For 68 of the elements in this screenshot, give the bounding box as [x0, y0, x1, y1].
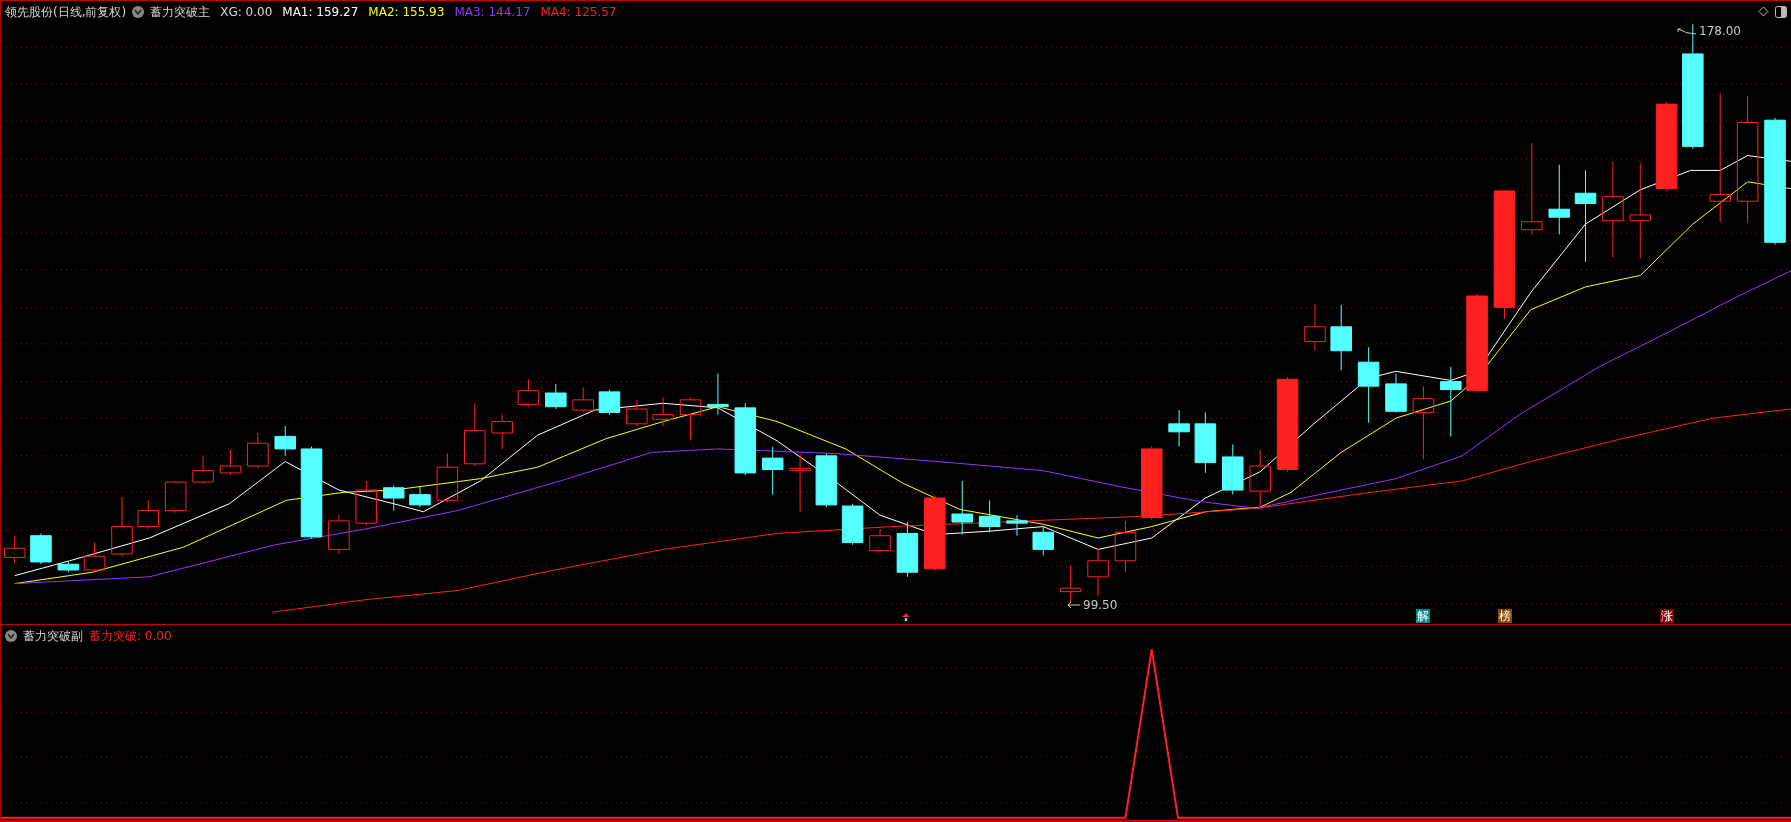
candlestick: [1330, 305, 1352, 372]
candlestick: [1249, 450, 1271, 511]
candlestick: [1548, 164, 1571, 236]
arrow-icon: [1067, 601, 1081, 610]
candlestick: [815, 453, 838, 509]
candlestick: [951, 480, 973, 536]
high-price-label: 178.00: [1699, 23, 1741, 41]
candlestick: [382, 485, 405, 512]
candlestick: [598, 389, 621, 416]
candlestick: [517, 379, 540, 408]
candlestick: [491, 414, 513, 450]
candlestick: [1032, 526, 1055, 556]
candlestick: [1385, 373, 1407, 414]
diamond-icon[interactable]: [1758, 6, 1769, 18]
signal-badge: 榜: [1498, 609, 1512, 624]
candlestick: [1440, 366, 1462, 438]
indicator-value: XG: 0.00: [220, 3, 273, 21]
candlestick: [111, 496, 133, 558]
candlestick: [355, 480, 378, 527]
candlestick: [464, 403, 486, 467]
candlestick: [409, 486, 431, 509]
low-price-label: 99.50: [1083, 597, 1118, 615]
candlestick: [30, 533, 52, 566]
candlestick: [3, 535, 26, 564]
candlestick: [869, 528, 891, 554]
indicator-value: MA1: 159.27: [282, 3, 359, 21]
signal-badge: 涨: [1660, 609, 1674, 624]
candlestick: [274, 426, 297, 457]
candlestick: [789, 453, 811, 513]
candlestick: [679, 397, 702, 441]
candlestick: [572, 387, 594, 414]
indicator-value: MA4: 125.57: [540, 3, 617, 21]
candlestick: [545, 383, 567, 410]
candlestick: [896, 521, 919, 578]
candlestick: [219, 450, 242, 477]
candlestick: [328, 515, 350, 555]
indicator-value: MA3: 144.17: [454, 3, 531, 21]
candlestick: [1114, 520, 1137, 574]
indicator-name: 蓄力突破主: [150, 3, 211, 21]
candlestick: [841, 503, 864, 546]
candlestick: [57, 560, 80, 574]
candlestick: [1222, 444, 1244, 496]
candlestick: [978, 500, 1001, 534]
candlestick: [137, 500, 160, 530]
indicator-value: 蓄力突破: 0.00: [89, 628, 172, 645]
candlestick: [436, 453, 459, 504]
candlestick: [83, 542, 106, 574]
candlestick: [1194, 412, 1217, 474]
candlestick: [1304, 303, 1326, 352]
indicator-value: MA2: 155.93: [368, 3, 445, 21]
signal-badge: 解: [1416, 609, 1430, 624]
candlestick: [707, 373, 729, 416]
candlestick: [247, 432, 269, 470]
candlestick: [164, 480, 187, 514]
candlestick: [192, 455, 214, 486]
candlestick: [1087, 548, 1109, 598]
candlestick: [761, 446, 784, 496]
candlestick: [652, 397, 674, 427]
window-icon[interactable]: [1775, 5, 1787, 18]
signal-arrow-icon: [902, 612, 910, 623]
candlestick: [1006, 515, 1028, 537]
indicator-name: 蓄力突破副: [23, 628, 83, 645]
collapse-icon[interactable]: [132, 5, 145, 18]
stock-title: 领先股份(日线,前复权): [5, 3, 127, 21]
collapse-icon[interactable]: [5, 630, 17, 642]
candlestick: [1059, 565, 1082, 604]
candlestick: [626, 399, 648, 427]
candlestick: [1168, 410, 1190, 448]
